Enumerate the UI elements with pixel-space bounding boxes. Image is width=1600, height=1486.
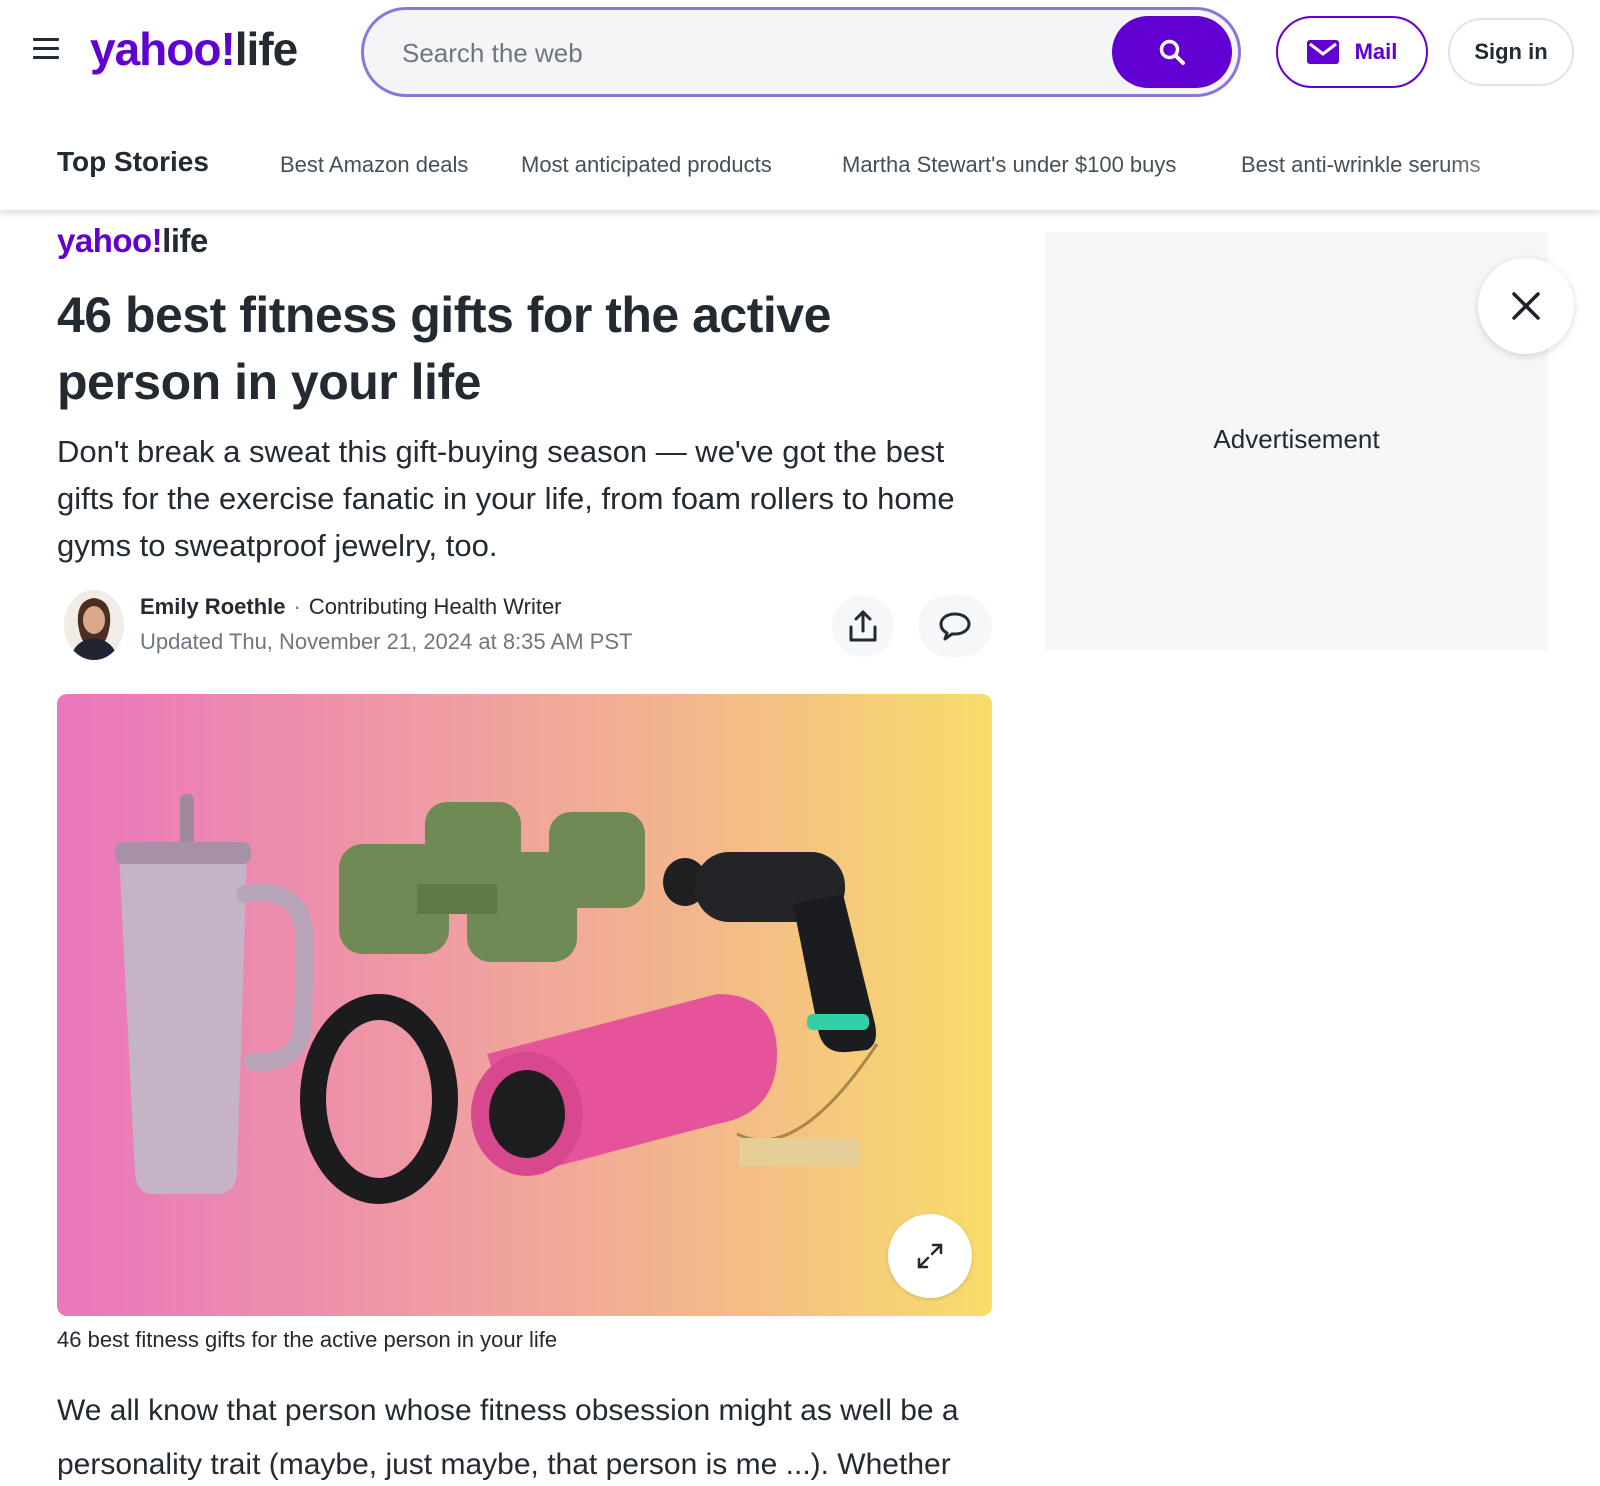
search-bar [361, 7, 1241, 97]
article-subheadline: Don't break a sweat this gift-buying sea… [57, 434, 955, 563]
byline: Emily Roethle · Contributing Health Writer [140, 594, 562, 620]
author-title: Contributing Health Writer [308, 594, 562, 619]
search-input[interactable] [402, 32, 1062, 74]
advertisement-label: Advertisement [1213, 424, 1380, 454]
logo-section: life [234, 23, 298, 75]
search-button[interactable] [1112, 16, 1232, 88]
logo-brand: yahoo! [90, 23, 236, 75]
hero-image[interactable] [57, 694, 992, 1316]
fitness-band [300, 994, 458, 1204]
comment-icon [939, 612, 971, 641]
mail-button[interactable]: Mail [1276, 16, 1428, 88]
sign-in-button[interactable]: Sign in [1448, 18, 1574, 86]
byline-separator: · [293, 594, 301, 619]
author-avatar[interactable] [64, 590, 124, 660]
nav-link-most-anticipated-products[interactable]: Most anticipated products [521, 152, 772, 178]
nav-link-martha-stewart-buys[interactable]: Martha Stewart's under $100 buys [842, 152, 1176, 178]
author-name[interactable]: Emily Roethle [140, 594, 285, 619]
article-headline: 46 best fitness gifts for the active per… [57, 287, 831, 410]
article-body-paragraph: We all know that person whose fitness ob… [57, 1394, 959, 1481]
nav-top-stories[interactable]: Top Stories [57, 146, 209, 178]
close-icon [1512, 292, 1540, 320]
share-button[interactable] [832, 595, 894, 657]
updated-timestamp: Updated Thu, November 21, 2024 at 8:35 A… [140, 629, 633, 654]
nav-link-best-amazon-deals[interactable]: Best Amazon deals [280, 152, 468, 178]
top-stories-nav: Top Stories Best Amazon deals Most antic… [0, 124, 1600, 210]
site-header: yahoo! life Mail Sign in [0, 0, 1600, 104]
image-caption: 46 best fitness gifts for the active per… [57, 1327, 558, 1352]
share-icon [849, 610, 877, 642]
nav-fade-overlay [1440, 124, 1600, 210]
advertisement-slot[interactable]: Advertisement [1045, 232, 1548, 650]
expand-icon [917, 1243, 943, 1269]
search-icon [1159, 39, 1185, 65]
mail-label: Mail [1354, 39, 1398, 64]
foam-roller [471, 994, 777, 1176]
source-brand: yahoo! [57, 222, 163, 259]
expand-image-button[interactable] [888, 1214, 972, 1298]
mail-icon [1306, 40, 1339, 64]
close-ad-button[interactable] [1478, 258, 1574, 354]
yahoo-life-logo[interactable]: yahoo! life [90, 22, 298, 78]
comments-button[interactable] [918, 595, 992, 657]
source-section: life [162, 222, 208, 259]
tumbler [119, 854, 247, 1194]
dumbbells [339, 802, 645, 962]
source-logo[interactable]: yahoo! life [57, 222, 208, 260]
menu-icon[interactable] [33, 38, 59, 60]
necklace-pendant [739, 1138, 859, 1166]
